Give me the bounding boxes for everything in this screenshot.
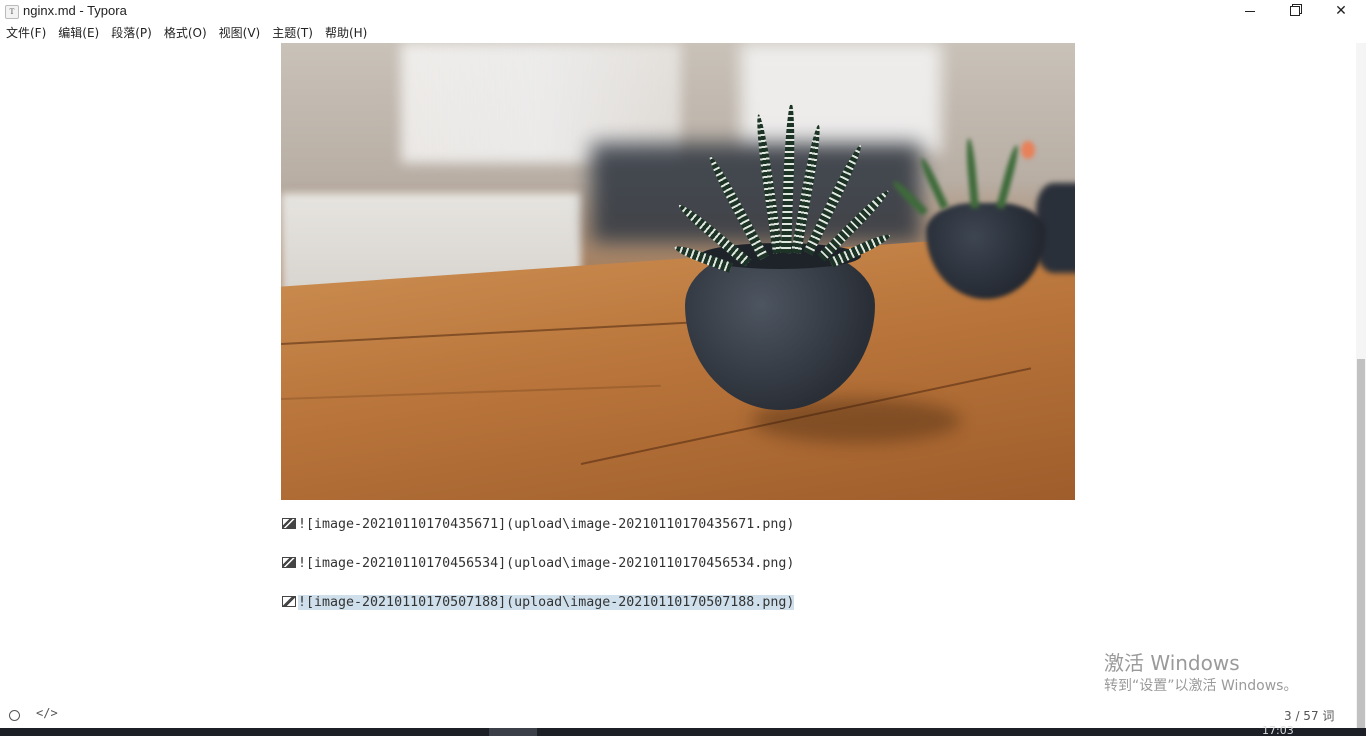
minimize-icon [1245, 10, 1255, 12]
menu-help[interactable]: 帮助(H) [319, 24, 373, 42]
outline-toggle-icon[interactable] [9, 710, 20, 721]
restore-icon [1290, 6, 1300, 16]
image-icon [282, 596, 296, 607]
menu-theme[interactable]: 主题(T) [266, 24, 319, 42]
menu-view[interactable]: 视图(V) [213, 24, 267, 42]
markdown-image-line-selected[interactable]: ![image-20210110170507188](upload\image-… [282, 594, 795, 612]
window-title: nginx.md - Typora [23, 3, 127, 18]
word-count[interactable]: 3 / 57 词 [1284, 707, 1334, 724]
menu-paragraph[interactable]: 段落(P) [105, 24, 158, 42]
markdown-image-line[interactable]: ![image-20210110170456534](upload\image-… [282, 555, 794, 573]
menu-bar: 文件(F) 编辑(E) 段落(P) 格式(O) 视图(V) 主题(T) 帮助(H… [0, 24, 373, 42]
title-bar: T nginx.md - Typora ✕ [0, 0, 1366, 22]
scrollbar-thumb[interactable] [1357, 359, 1365, 728]
embedded-plant-photo[interactable] [281, 43, 1075, 500]
broken-image-icon [282, 557, 296, 568]
vertical-scrollbar[interactable] [1356, 43, 1366, 728]
markdown-image-source[interactable]: ![image-20210110170435671](upload\image-… [298, 517, 794, 532]
activate-windows-subtitle: 转到“设置”以激活 Windows。 [1104, 678, 1298, 694]
minimize-button[interactable] [1227, 0, 1273, 22]
editor-area[interactable]: ![image-20210110170435671](upload\image-… [0, 43, 1356, 728]
source-mode-toggle[interactable]: </> [36, 706, 58, 720]
markdown-image-line[interactable]: ![image-20210110170435671](upload\image-… [282, 516, 794, 534]
taskbar-clock[interactable]: 17:03 [1262, 724, 1294, 737]
menu-format[interactable]: 格式(O) [158, 24, 213, 42]
markdown-image-source[interactable]: ![image-20210110170507188](upload\image-… [298, 595, 795, 610]
menu-file[interactable]: 文件(F) [0, 24, 52, 42]
broken-image-icon [282, 518, 296, 529]
status-bar: </> 3 / 57 词 [0, 704, 1366, 726]
typora-app-icon: T [5, 5, 19, 19]
menu-edit[interactable]: 编辑(E) [52, 24, 105, 42]
windows-taskbar: 17:03 [0, 724, 1366, 737]
markdown-image-source[interactable]: ![image-20210110170456534](upload\image-… [298, 556, 794, 571]
activate-windows-title: 激活 Windows [1104, 651, 1240, 675]
maximize-button[interactable] [1272, 0, 1318, 22]
taskbar-app-button[interactable] [489, 728, 537, 736]
close-button[interactable]: ✕ [1318, 0, 1364, 22]
